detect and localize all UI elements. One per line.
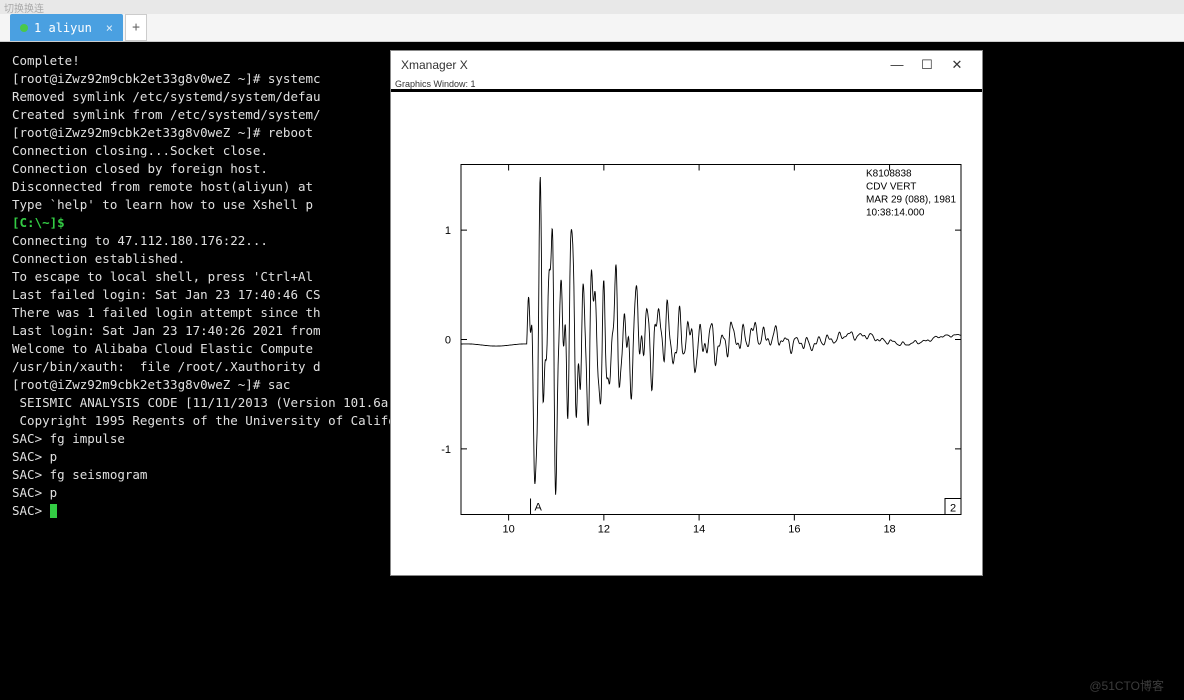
svg-text:MAR 29 (088), 1981: MAR 29 (088), 1981 (866, 195, 956, 206)
svg-text:12: 12 (598, 524, 610, 536)
tab-label: 1 aliyun (34, 21, 92, 35)
svg-text:0: 0 (445, 335, 451, 347)
watermark: @51CTO博客 (1089, 677, 1164, 694)
tab-aliyun[interactable]: 1 aliyun × (10, 14, 123, 41)
svg-text:K8108838: K8108838 (866, 169, 912, 180)
maximize-button[interactable]: ☐ (912, 54, 942, 76)
svg-text:10: 10 (502, 524, 514, 536)
top-strip: 切换换连 (0, 0, 1184, 14)
svg-text:16: 16 (788, 524, 800, 536)
svg-text:A: A (535, 502, 543, 514)
tab-bar: 1 aliyun × + (0, 14, 1184, 42)
plot-area: 10 12 14 16 18 -1 0 1 A 2 K8108838 CDV VERT MAR 29 (… (391, 92, 982, 575)
window-subtitle: Graphics Window: 1 (391, 79, 982, 92)
close-icon[interactable]: × (106, 21, 113, 35)
window-titlebar[interactable]: Xmanager X — ☐ ✕ (391, 51, 982, 79)
svg-text:2: 2 (950, 503, 956, 515)
new-tab-button[interactable]: + (125, 14, 147, 41)
xmanager-window[interactable]: Xmanager X — ☐ ✕ Graphics Window: 1 1012… (390, 50, 983, 576)
svg-text:1: 1 (445, 225, 451, 237)
minimize-button[interactable]: — (882, 54, 912, 76)
svg-text:14: 14 (693, 524, 705, 536)
svg-text:CDV VERT: CDV VERT (866, 182, 916, 193)
svg-text:18: 18 (883, 524, 895, 536)
status-dot-icon (20, 24, 28, 32)
svg-text:10:38:14.000: 10:38:14.000 (866, 208, 925, 219)
window-title: Xmanager X (401, 58, 882, 72)
svg-text:-1: -1 (441, 444, 451, 456)
close-button[interactable]: ✕ (942, 54, 972, 76)
